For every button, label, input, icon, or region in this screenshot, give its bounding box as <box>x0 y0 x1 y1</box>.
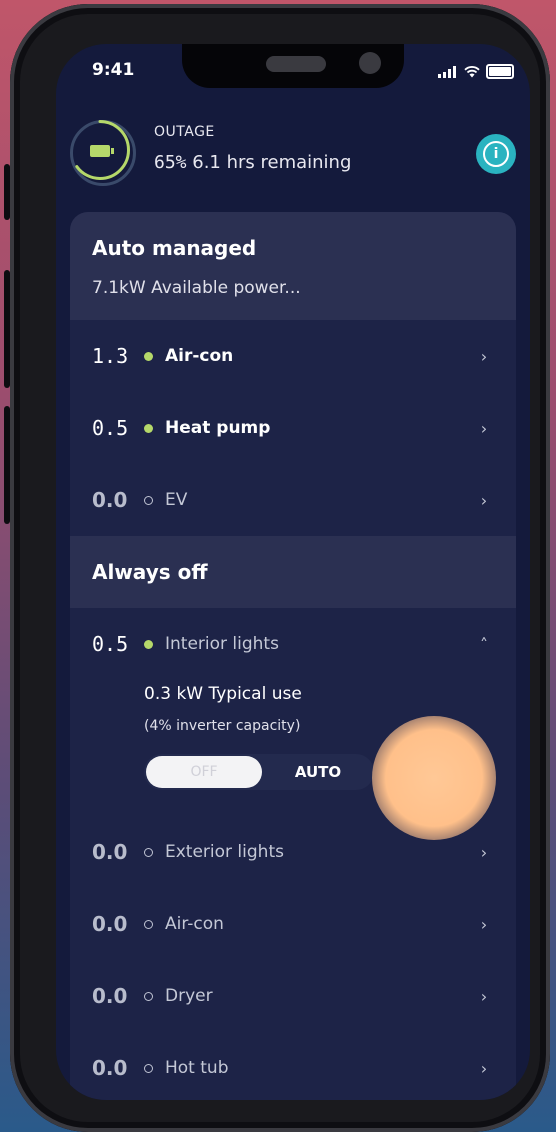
toggle-off-option[interactable]: OFF <box>146 756 262 788</box>
load-value: 0.0 <box>92 984 128 1008</box>
always-off-title: Always off <box>92 560 208 584</box>
info-button[interactable]: i <box>476 134 516 174</box>
status-dot-icon <box>144 351 153 361</box>
status-dot-icon <box>144 991 153 1001</box>
app-screen: 9:41 OUTAGE 65% 6.1 hrs remaining i Auto… <box>56 44 530 1100</box>
load-value: 0.0 <box>92 488 128 512</box>
chevron-right-icon: › <box>480 986 488 1006</box>
load-value: 0.0 <box>92 840 128 864</box>
load-name: Hot tub <box>165 1058 229 1078</box>
status-time: 9:41 <box>92 60 135 80</box>
load-name: EV <box>165 490 188 510</box>
toggle-auto-option[interactable]: AUTO <box>270 754 366 790</box>
camera <box>359 52 381 74</box>
signal-icon <box>438 65 458 78</box>
load-value: 0.5 <box>92 632 129 656</box>
remaining-time: 6.1 hrs remaining <box>192 152 352 173</box>
load-name: Heat pump <box>165 418 271 438</box>
load-row-dryer[interactable]: 0.0 Dryer › <box>70 960 516 1032</box>
load-name: Air-con <box>165 346 234 366</box>
load-value: 0.0 <box>92 912 128 936</box>
chevron-right-icon: › <box>480 490 488 510</box>
phone-frame: 9:41 OUTAGE 65% 6.1 hrs remaining i Auto… <box>4 4 550 1132</box>
outage-label: OUTAGE <box>154 124 215 140</box>
chevron-right-icon: › <box>480 842 488 862</box>
load-row-heat-pump[interactable]: 0.5 Heat pump › <box>70 392 516 464</box>
load-value: 0.0 <box>92 1056 128 1080</box>
volume-down-button <box>4 406 10 524</box>
chevron-up-icon[interactable]: ˄ <box>474 635 494 654</box>
info-icon: i <box>483 141 509 167</box>
battery-status-icon <box>486 64 514 79</box>
load-row-ev[interactable]: 0.0 EV › <box>70 464 516 536</box>
battery-percent: 65% <box>154 152 187 173</box>
status-dot-icon <box>144 1063 153 1073</box>
load-row-air-con[interactable]: 1.3 Air-con › <box>70 320 516 392</box>
status-dot-icon <box>144 495 153 505</box>
mute-switch <box>4 164 10 220</box>
volume-up-button <box>4 270 10 388</box>
chevron-right-icon: › <box>480 1058 488 1078</box>
load-row-air-con-off[interactable]: 0.0 Air-con › <box>70 888 516 960</box>
always-off-header: Always off <box>70 536 516 608</box>
load-row-hot-tub[interactable]: 0.0 Hot tub › <box>70 1032 516 1100</box>
mode-toggle[interactable]: OFF AUTO <box>144 754 374 790</box>
auto-managed-title: Auto managed <box>92 236 257 260</box>
outage-info: 65% 6.1 hrs remaining <box>154 152 351 173</box>
speaker <box>266 56 326 72</box>
chevron-right-icon: › <box>480 914 488 934</box>
battery-ring <box>70 120 136 186</box>
load-name: Interior lights <box>165 634 279 654</box>
battery-icon <box>90 145 114 157</box>
load-name: Exterior lights <box>165 842 284 862</box>
load-value: 0.5 <box>92 416 129 440</box>
chevron-right-icon: › <box>480 346 488 366</box>
typical-use: 0.3 kW Typical use <box>144 684 302 704</box>
status-dot-icon <box>144 423 153 433</box>
load-row-interior-lights[interactable]: 0.5 Interior lights ˄ <box>70 608 516 680</box>
wifi-icon <box>464 65 480 77</box>
status-dot-icon <box>144 847 153 857</box>
status-dot-icon <box>144 639 153 649</box>
load-name: Dryer <box>165 986 213 1006</box>
notch <box>182 44 404 88</box>
load-value: 1.3 <box>92 344 129 368</box>
load-panel: Auto managed 7.1kW Available power... 1.… <box>70 212 516 1100</box>
outage-summary: OUTAGE 65% 6.1 hrs remaining i <box>70 120 516 186</box>
touch-indicator <box>372 716 496 840</box>
available-power: 7.1kW Available power... <box>92 278 301 298</box>
load-name: Air-con <box>165 914 224 934</box>
status-dot-icon <box>144 919 153 929</box>
auto-managed-header: Auto managed 7.1kW Available power... <box>70 212 516 320</box>
status-icons <box>438 64 514 79</box>
chevron-right-icon: › <box>480 418 488 438</box>
